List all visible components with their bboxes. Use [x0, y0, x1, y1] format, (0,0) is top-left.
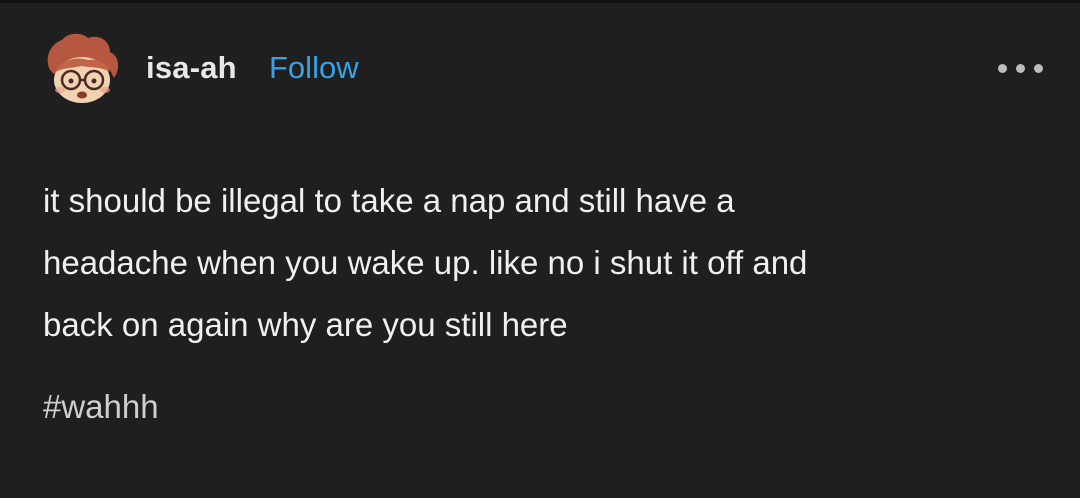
post-body-line: headache when you wake up. like no i shu… — [43, 244, 808, 281]
post-card: isa-ah Follow it should be illegal to ta… — [0, 0, 1080, 498]
follow-button[interactable]: Follow — [269, 50, 359, 86]
post-body: it should be illegal to take a nap and s… — [43, 170, 1043, 356]
hashtag-link[interactable]: #wahhh — [43, 388, 159, 426]
avatar[interactable] — [40, 30, 124, 108]
post-body-line: back on again why are you still here — [43, 306, 568, 343]
post-body-line: it should be illegal to take a nap and s… — [43, 182, 735, 219]
top-divider — [0, 0, 1080, 3]
username[interactable]: isa-ah — [146, 50, 237, 86]
more-horizontal-icon[interactable] — [992, 56, 1052, 80]
